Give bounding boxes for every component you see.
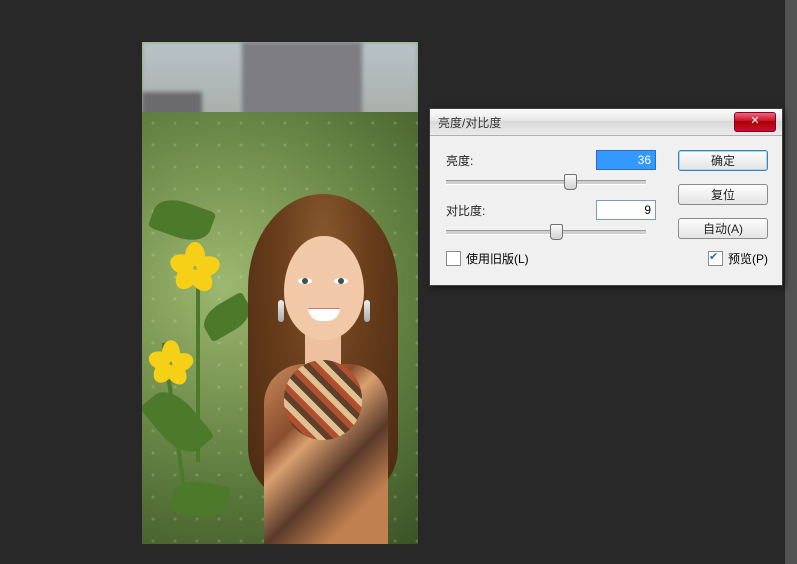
dialog-titlebar[interactable]: 亮度/对比度 ✕: [430, 109, 782, 136]
close-icon: ✕: [750, 115, 759, 127]
image-person: [228, 184, 418, 544]
ok-button[interactable]: 确定: [678, 150, 768, 171]
image-eye: [298, 278, 312, 284]
legacy-label: 使用旧版(L): [466, 250, 529, 267]
reset-button[interactable]: 复位: [678, 184, 768, 205]
brightness-row: 亮度:: [446, 150, 656, 170]
auto-button[interactable]: 自动(A): [678, 218, 768, 239]
image-earring: [278, 300, 284, 322]
brightness-slider-thumb[interactable]: [564, 174, 577, 190]
image-flower: [172, 242, 218, 288]
contrast-input[interactable]: [596, 200, 656, 220]
preview-label: 预览(P): [728, 250, 768, 267]
preview-checkbox[interactable]: [708, 251, 723, 266]
image-eye: [334, 278, 348, 284]
preview-checkbox-row[interactable]: 预览(P): [708, 250, 768, 267]
contrast-row: 对比度:: [446, 200, 656, 220]
contrast-label: 对比度:: [446, 202, 514, 219]
dialog-title: 亮度/对比度: [438, 114, 501, 131]
contrast-slider[interactable]: [446, 224, 646, 240]
slider-track: [446, 180, 646, 185]
controls-column: 亮度: 对比度: 使用旧版(L): [446, 150, 656, 267]
panel-strip: [785, 0, 797, 564]
dialog-buttons: 确定 复位 自动(A): [678, 150, 768, 252]
legacy-checkbox[interactable]: [446, 251, 461, 266]
brightness-slider[interactable]: [446, 174, 646, 190]
image-mouth: [308, 308, 340, 321]
image-scarf: [284, 360, 362, 440]
image-flower: [150, 340, 191, 381]
image-face: [284, 236, 364, 340]
brightness-input[interactable]: [596, 150, 656, 170]
legacy-checkbox-row[interactable]: 使用旧版(L): [446, 250, 656, 267]
dialog-body: 亮度: 对比度: 使用旧版(L) 确定: [430, 136, 782, 285]
image-bg-building: [242, 42, 362, 120]
brightness-label: 亮度:: [446, 152, 514, 169]
brightness-contrast-dialog: 亮度/对比度 ✕ 亮度: 对比度:: [429, 108, 783, 286]
image-earring: [364, 300, 370, 322]
document-image[interactable]: [142, 42, 418, 544]
contrast-slider-thumb[interactable]: [550, 224, 563, 240]
close-button[interactable]: ✕: [734, 112, 776, 132]
slider-track: [446, 230, 646, 235]
